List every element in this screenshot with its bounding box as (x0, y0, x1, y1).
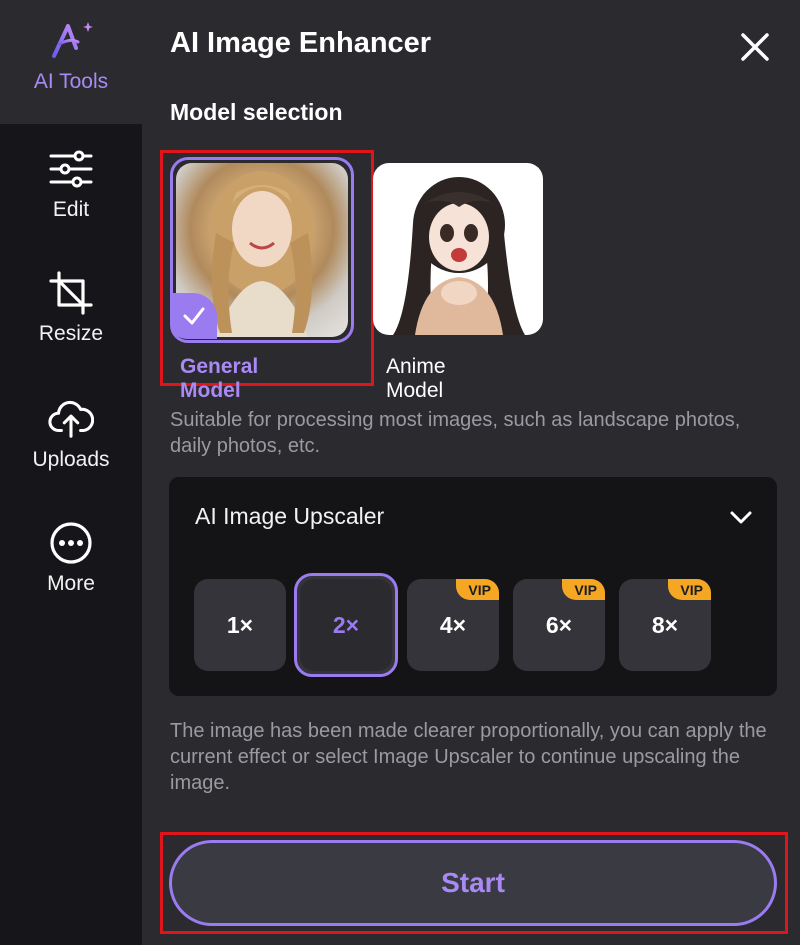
scale-option-4x[interactable]: 4× VIP (407, 579, 499, 671)
sidebar-item-label: Edit (52, 198, 90, 221)
anime-model-label: Anime Model (386, 355, 446, 402)
sidebar-item-resize[interactable]: Resize (0, 270, 142, 346)
panel-title: AI Image Enhancer (170, 27, 432, 59)
sidebar-item-label: More (47, 572, 95, 595)
vip-badge: VIP (668, 579, 711, 600)
result-description: The image has been made clearer proporti… (170, 720, 767, 794)
sliders-icon (48, 146, 94, 192)
scale-selected-inner: 2× (300, 579, 392, 671)
model-description: Suitable for processing most images, suc… (170, 409, 741, 457)
scale-option-2x[interactable]: 2× (294, 573, 398, 677)
section-title: Model selection (170, 99, 343, 125)
scale-option-1x[interactable]: 1× (194, 579, 286, 671)
sidebar-item-uploads[interactable]: Uploads (0, 396, 142, 472)
upscaler-collapse-button[interactable] (727, 505, 755, 529)
vip-badge: VIP (562, 579, 605, 600)
vip-badge: VIP (456, 579, 499, 600)
more-icon (48, 520, 94, 566)
scale-option-8x[interactable]: 8× VIP (619, 579, 711, 671)
upscaler-title: AI Image Upscaler (195, 503, 385, 529)
start-label: Start (441, 867, 505, 898)
scale-option-6x[interactable]: 6× VIP (513, 579, 605, 671)
sidebar-item-label: AI Tools (33, 70, 109, 93)
start-button[interactable]: Start (169, 840, 777, 926)
ai-logo-icon (48, 18, 94, 64)
general-model-label: General Model (180, 355, 259, 402)
close-icon (741, 33, 769, 61)
check-icon (171, 293, 217, 339)
scale-label: 1× (226, 611, 254, 638)
sidebar-item-ai-tools[interactable]: AI Tools (0, 18, 142, 94)
sidebar-item-label: Uploads (32, 448, 110, 471)
scale-label: 6× (545, 611, 573, 638)
sidebar-item-more[interactable]: More (0, 520, 142, 596)
sidebar: AI Tools Edit Resize Uploads More (0, 0, 142, 945)
chevron-down-icon (730, 511, 752, 524)
close-button[interactable] (738, 30, 772, 64)
scale-label: 8× (651, 611, 679, 638)
sidebar-item-label: Resize (38, 322, 104, 345)
scale-label: 2× (332, 611, 360, 638)
sidebar-item-edit[interactable]: Edit (0, 146, 142, 222)
crop-icon (48, 270, 94, 316)
scale-label: 4× (439, 611, 467, 638)
cloud-upload-icon (48, 396, 94, 442)
anime-model-thumbnail (373, 163, 543, 335)
